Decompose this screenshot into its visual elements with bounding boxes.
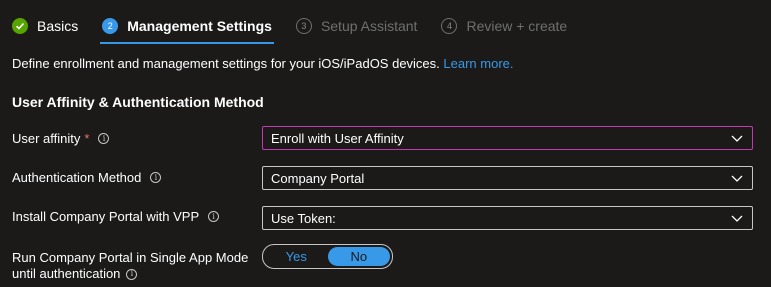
chevron-down-icon <box>731 175 743 182</box>
field-label: Install Company Portal with VPP <box>12 209 200 224</box>
step-number: 4 <box>441 18 458 34</box>
required-marker: * <box>84 131 90 146</box>
label-line-2: until authentication <box>12 266 121 281</box>
label-line-1: Run Company Portal in Single App Mode <box>12 250 249 265</box>
install-cp-dropdown[interactable]: Use Token: <box>262 206 753 230</box>
field-label: Authentication Method <box>12 170 142 185</box>
info-icon[interactable]: i <box>98 133 110 144</box>
chevron-down-icon <box>731 135 743 142</box>
step-management-settings[interactable]: 2 Management Settings <box>100 11 274 44</box>
intro-description: Define enrollment and management setting… <box>12 56 440 71</box>
step-review-create[interactable]: 4 Review + create <box>441 11 567 41</box>
checkmark-icon <box>12 18 28 34</box>
step-number: 2 <box>102 18 119 34</box>
step-basics[interactable]: Basics <box>12 11 78 41</box>
info-icon[interactable]: i <box>126 268 138 280</box>
auth-method-dropdown[interactable]: Company Portal <box>262 166 753 190</box>
section-title: User Affinity & Authentication Method <box>12 94 264 110</box>
step-label: Basics <box>37 18 79 34</box>
step-label: Setup Assistant <box>320 18 418 34</box>
toggle-no[interactable]: No <box>327 247 390 266</box>
single-app-mode-label: Run Company Portal in Single App Mode un… <box>12 250 248 282</box>
single-app-mode-toggle[interactable]: Yes No <box>262 244 393 269</box>
learn-more-link[interactable]: Learn more. <box>443 56 513 71</box>
info-icon[interactable]: i <box>150 172 162 183</box>
user-affinity-dropdown[interactable]: Enroll with User Affinity <box>262 126 753 150</box>
user-affinity-label: User affinity * i <box>12 131 110 146</box>
field-label: User affinity <box>12 131 81 146</box>
step-number: 3 <box>295 18 312 34</box>
dropdown-value: Company Portal <box>271 170 365 186</box>
dropdown-value: Enroll with User Affinity <box>271 130 404 146</box>
dropdown-value: Use Token: <box>271 210 336 226</box>
chevron-down-icon <box>731 215 743 222</box>
info-icon[interactable]: i <box>208 211 220 222</box>
step-setup-assistant[interactable]: 3 Setup Assistant <box>295 11 418 41</box>
toggle-yes[interactable]: Yes <box>265 247 328 266</box>
install-cp-label: Install Company Portal with VPP i <box>12 209 220 224</box>
auth-method-label: Authentication Method i <box>12 170 162 185</box>
label-line-2-row: until authentication i <box>12 266 248 282</box>
wizard-steps: Basics 2 Management Settings 3 Setup Ass… <box>12 11 591 44</box>
intro-text: Define enrollment and management setting… <box>12 56 514 71</box>
step-label: Review + create <box>466 18 568 34</box>
step-label: Management Settings <box>127 18 272 34</box>
